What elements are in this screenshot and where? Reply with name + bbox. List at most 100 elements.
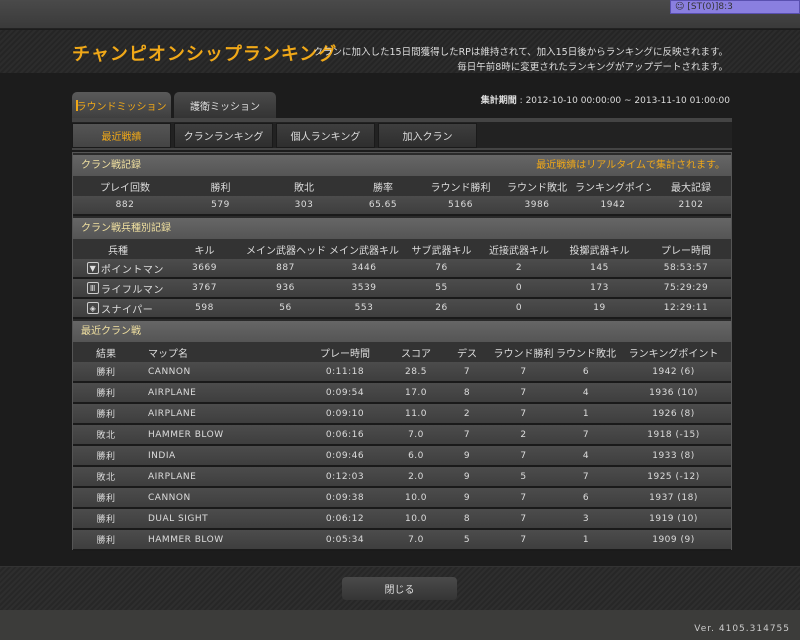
table-cell: 1942 (6)	[652, 366, 695, 377]
subtab-personal-ranking[interactable]: 個人ランキング	[276, 123, 375, 148]
column-header: スコア	[401, 348, 431, 360]
period-label: 集計期間	[480, 96, 517, 106]
column-header: 最大記録	[671, 182, 711, 194]
map-name: INDIA	[148, 450, 176, 461]
column-header: プレイ回数	[100, 182, 150, 194]
table-cell: 12:29:11	[663, 303, 709, 313]
table-cell: 0:09:38	[325, 492, 365, 503]
table-cell: 0:05:34	[325, 534, 365, 545]
column-header: プレー時間	[661, 245, 711, 257]
table-row: 勝利 AIRPLANE 0:09:54 17.0 8 7 4 1936 (10)	[73, 383, 731, 404]
table-cell: 7	[582, 429, 590, 440]
bottom-bar	[0, 610, 800, 640]
record-value: 303	[294, 200, 314, 210]
table-cell: 3767	[192, 283, 217, 293]
table-cell: 8	[463, 387, 471, 398]
table-cell: 勝利	[96, 368, 116, 378]
column-header: マップ名	[148, 348, 188, 360]
table-cell: 887	[276, 263, 295, 273]
column-header: メイン武器キル	[329, 245, 399, 257]
table-cell: 2	[463, 408, 471, 419]
table-cell: 11.0	[404, 408, 428, 419]
table-cell: 3539	[351, 283, 377, 293]
table-cell: 7	[520, 408, 527, 419]
record-values-row: 882 579 303 65.65 5166 3986 1942 2102	[73, 196, 731, 216]
section-header-recent-matches: 最近クラン戦	[73, 321, 731, 342]
record-value: 882	[115, 200, 135, 210]
class-name-cell: ◈ スナイパー	[73, 301, 163, 316]
column-header: ラウンド敗北	[556, 348, 616, 360]
table-cell: 1926 (8)	[652, 408, 695, 419]
section-title: 最近クラン戦	[81, 326, 141, 337]
section-header-class-record: クラン戦兵種別記録	[73, 218, 731, 239]
subtab-bar: 最近戦績 クランランキング 個人ランキング 加入クラン	[72, 122, 732, 150]
table-cell: 0:09:10	[325, 408, 365, 419]
table-cell: 55	[435, 283, 448, 293]
column-header: キル	[194, 245, 215, 257]
table-row: ◈ スナイパー 598 56 553 26 0 19 12:29:11	[73, 299, 731, 319]
table-cell: 7	[520, 534, 527, 545]
table-cell: 0:06:16	[325, 429, 365, 440]
table-cell: 6	[582, 492, 590, 503]
class-icon: ▼	[87, 262, 99, 274]
column-header: 兵種	[108, 245, 128, 257]
table-cell: 10.0	[404, 513, 428, 524]
column-header: メイン武器ヘッドショット	[246, 245, 325, 257]
record-value: 1942	[600, 200, 626, 210]
map-name: HAMMER BLOW	[148, 534, 224, 545]
table-cell: 7	[520, 450, 527, 461]
table-cell: 1936 (10)	[649, 387, 698, 398]
table-cell: 敗北	[96, 473, 116, 483]
notice-line: クランに加入した15日間獲得したRPは維持されて、加入15日後からランキングに反…	[313, 47, 728, 58]
column-header: 勝率	[373, 182, 393, 194]
record-value: 5166	[448, 200, 473, 210]
table-cell: 19	[593, 303, 606, 313]
table-cell: 7	[582, 471, 590, 482]
map-name: CANNON	[148, 366, 191, 377]
record-value: 3986	[524, 200, 550, 210]
column-header: 敗北	[294, 182, 314, 194]
map-name: AIRPLANE	[148, 471, 197, 482]
subtab-joined-clan[interactable]: 加入クラン	[378, 123, 477, 148]
class-name: ライフルマン	[100, 284, 163, 296]
table-cell: 9	[463, 492, 471, 503]
column-header: プレー時間	[320, 348, 370, 360]
badge-text: [ST(0)]8:3	[687, 2, 733, 12]
table-cell: 17.0	[404, 387, 428, 398]
table-cell: 1	[582, 534, 590, 545]
table-cell: 2.0	[408, 471, 424, 482]
section-header-clan-record: クラン戦記録 最近戦績はリアルタイムで集計されます。	[73, 155, 731, 176]
tab-escort-mission[interactable]: 護衛ミッション	[174, 92, 276, 119]
table-cell: 勝利	[96, 494, 116, 504]
table-cell: 2	[520, 429, 527, 440]
subtab-recent-results[interactable]: 最近戦績	[72, 123, 171, 148]
table-cell: 勝利	[96, 410, 116, 420]
close-button[interactable]: 閉じる	[342, 577, 457, 600]
class-name: ポイントマン	[100, 264, 163, 276]
table-cell: 9	[463, 450, 471, 461]
map-name: HAMMER BLOW	[148, 429, 224, 440]
table-cell: 勝利	[96, 536, 116, 546]
table-cell: 7	[463, 366, 471, 377]
matches-header-row: 結果 マップ名 プレー時間 スコア デス ラウンド勝利 ラウンド敗北 ランキングポイント	[73, 342, 731, 362]
table-cell: 1	[582, 408, 590, 419]
column-header: ラウンド勝利	[430, 182, 491, 194]
table-cell: 0:06:12	[325, 513, 365, 524]
header-notice: クランに加入した15日間獲得したRPは維持されて、加入15日後からランキングに反…	[313, 45, 728, 75]
aggregation-period: 集計期間 : 2012-10-10 00:00:00 ~ 2013-11-10 …	[481, 93, 730, 106]
table-cell: 936	[276, 283, 295, 293]
column-header: 近接武器キル	[489, 245, 549, 257]
tab-round-mission[interactable]: ラウンドミッション	[72, 92, 171, 119]
table-cell: 6.0	[408, 450, 424, 461]
table-cell: 4	[582, 450, 590, 461]
table-cell: 553	[354, 303, 374, 313]
table-cell: 1919 (10)	[649, 513, 698, 524]
table-row: Ⅲ ライフルマン 3767 936 3539 55 0 173 75:29:29	[73, 279, 731, 299]
column-header: ラウンド勝利	[493, 348, 554, 360]
table-cell: 勝利	[96, 452, 116, 462]
class-icon: ◈	[87, 302, 99, 314]
section-title: クラン戦兵種別記録	[81, 223, 171, 234]
map-name: AIRPLANE	[148, 387, 197, 398]
table-cell: 3	[582, 513, 590, 524]
subtab-clan-ranking[interactable]: クランランキング	[174, 123, 273, 148]
